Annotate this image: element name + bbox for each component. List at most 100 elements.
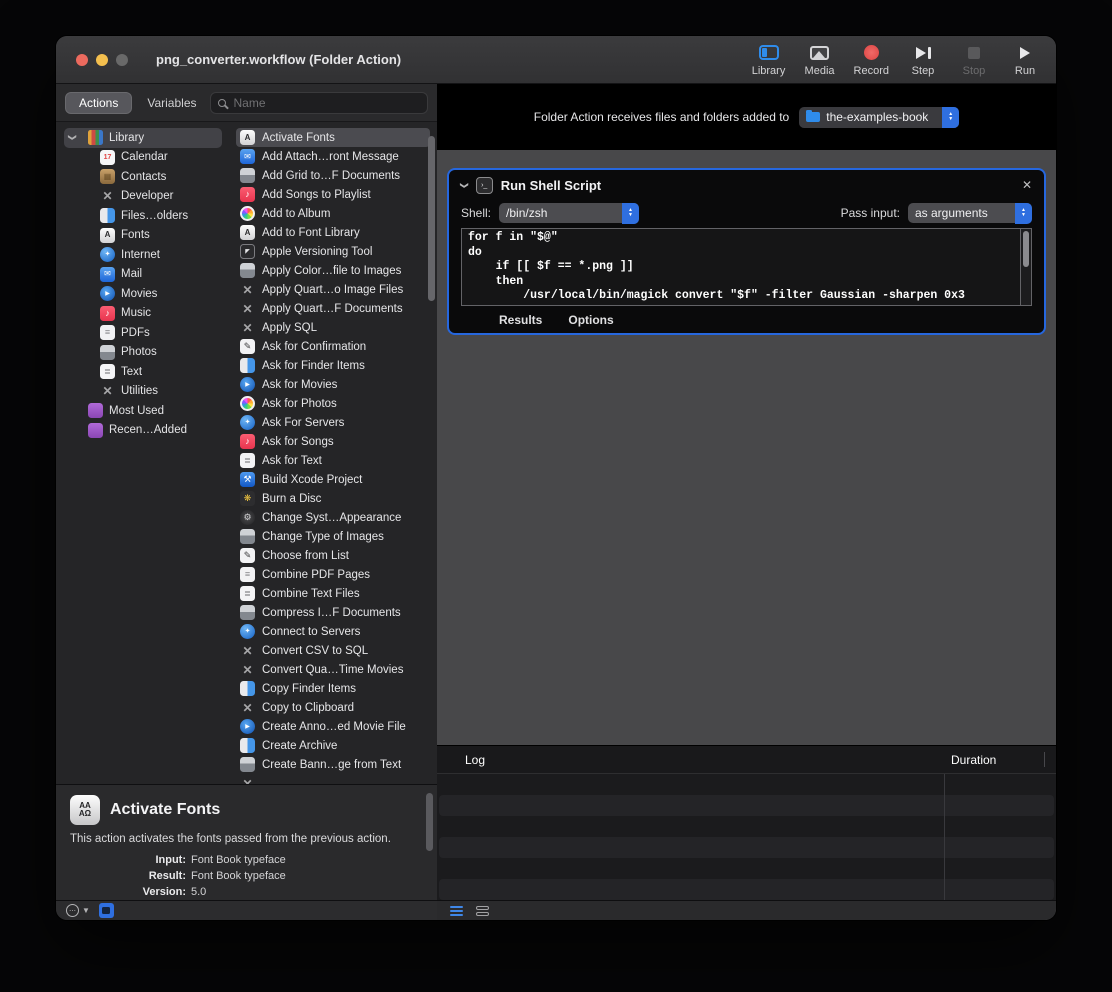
action-row-ask-for-confirmation[interactable]: Ask for Confirmation: [236, 337, 430, 356]
code-scrollbar[interactable]: [1020, 229, 1031, 305]
action-row-change-syst-appearance[interactable]: Change Syst…Appearance: [236, 508, 430, 527]
action-row-connect-to-servers[interactable]: Connect to Servers: [236, 622, 430, 641]
sidebar-item-movies[interactable]: Movies: [64, 284, 222, 304]
action-row-ask-for-movies[interactable]: Ask for Movies: [236, 375, 430, 394]
sidebar-item-most-used[interactable]: Most Used: [64, 401, 222, 421]
run-shell-script-block[interactable]: ❯ ›_ Run Shell Script ✕ Shell: /bin/zsh …: [447, 168, 1046, 335]
library-sidebar-icon: [759, 45, 779, 60]
sidebar-item-calendar[interactable]: Calendar: [64, 148, 222, 168]
step-toolbar-button[interactable]: Step: [906, 43, 940, 77]
action-menu-button[interactable]: ⋯ ▼: [66, 904, 90, 917]
action-row-ask-for-photos[interactable]: Ask for Photos: [236, 394, 430, 413]
record-toolbar-button[interactable]: Record: [854, 43, 889, 77]
action-row-add-attach-ront-message[interactable]: Add Attach…ront Message: [236, 147, 430, 166]
action-row-add-songs-to-playlist[interactable]: Add Songs to Playlist: [236, 185, 430, 204]
action-row-apply-sql[interactable]: Apply SQL: [236, 318, 430, 337]
sidebar-item-internet[interactable]: Internet: [64, 245, 222, 265]
action-row-compress-i-f-documents[interactable]: Compress I…F Documents: [236, 603, 430, 622]
action-row-copy-to-clipboard[interactable]: Copy to Clipboard: [236, 698, 430, 717]
action-info-panel: Activate Fonts This action activates the…: [56, 784, 437, 900]
shell-popup[interactable]: /bin/zsh ▲▼: [499, 203, 639, 223]
folder-popup[interactable]: the-examples-book ▲▼: [799, 107, 959, 128]
chevron-down-icon[interactable]: ❯: [68, 134, 77, 141]
action-row-ask-for-songs[interactable]: Ask for Songs: [236, 432, 430, 451]
action-row-apply-color-file-to-images[interactable]: Apply Color…file to Images: [236, 261, 430, 280]
close-window-button[interactable]: [76, 54, 88, 66]
finder-icon: [240, 358, 255, 373]
action-row-create-bann-ge-from-text[interactable]: Create Bann…ge from Text: [236, 755, 430, 774]
action-row-apple-versioning-tool[interactable]: Apple Versioning Tool: [236, 242, 430, 261]
sidebar-item-pdfs[interactable]: PDFs: [64, 323, 222, 343]
action-row-ask-for-servers[interactable]: Ask For Servers: [236, 413, 430, 432]
action-row-apply-quart-o-image-files[interactable]: Apply Quart…o Image Files: [236, 280, 430, 299]
action-row-convert-qua-time-movies[interactable]: Convert Qua…Time Movies: [236, 660, 430, 679]
sidebar-item-utilities[interactable]: Utilities: [64, 382, 222, 402]
globe-icon: [240, 415, 255, 430]
action-row-create-anno-ed-movie-file[interactable]: Create Anno…ed Movie File: [236, 717, 430, 736]
sidebar-item-text[interactable]: Text: [64, 362, 222, 382]
stop-icon: [968, 47, 980, 59]
action-label: Copy Finder Items: [262, 683, 356, 695]
action-label: Add Attach…ront Message: [262, 151, 399, 163]
shell-code[interactable]: for f in "$@" do if [[ $f == *.png ]] th…: [462, 229, 1020, 305]
action-row-ask-for-text[interactable]: Ask for Text: [236, 451, 430, 470]
media-browser-toggle[interactable]: [99, 903, 114, 918]
duration-column-header[interactable]: Duration: [951, 753, 996, 767]
action-row-combine-text-files[interactable]: Combine Text Files: [236, 584, 430, 603]
utilities-icon: [240, 301, 255, 316]
action-row-ask-for-finder-items[interactable]: Ask for Finder Items: [236, 356, 430, 375]
action-row-combine-pdf-pages[interactable]: Combine PDF Pages: [236, 565, 430, 584]
close-block-icon[interactable]: ✕: [1022, 178, 1032, 192]
minimize-window-button[interactable]: [96, 54, 108, 66]
results-button[interactable]: Results: [499, 313, 542, 327]
sidebar-item-contacts[interactable]: Contacts: [64, 167, 222, 187]
text-icon: [240, 453, 255, 468]
action-row-burn-a-disc[interactable]: Burn a Disc: [236, 489, 430, 508]
action-row-change-type-of-images[interactable]: Change Type of Images: [236, 527, 430, 546]
action-row-add-to-font-library[interactable]: Add to Font Library: [236, 223, 430, 242]
action-row-add-grid-to-f-documents[interactable]: Add Grid to…F Documents: [236, 166, 430, 185]
zoom-window-button[interactable]: [116, 54, 128, 66]
automator-window: png_converter.workflow (Folder Action) L…: [56, 36, 1056, 920]
options-button[interactable]: Options: [568, 313, 613, 327]
log-view-stack-icon[interactable]: [476, 906, 489, 916]
sidebar-item-library[interactable]: ❯Library: [64, 128, 222, 148]
log-column-header[interactable]: Log: [437, 753, 485, 767]
action-row-partial[interactable]: [236, 774, 430, 784]
action-row-apply-quart-f-documents[interactable]: Apply Quart…F Documents: [236, 299, 430, 318]
action-row-activate-fonts[interactable]: Activate Fonts: [236, 128, 430, 147]
action-row-build-xcode-project[interactable]: Build Xcode Project: [236, 470, 430, 489]
sidebar-item-music[interactable]: Music: [64, 304, 222, 324]
media-toolbar-button[interactable]: Media: [803, 43, 837, 77]
script-editor[interactable]: for f in "$@" do if [[ $f == *.png ]] th…: [461, 228, 1032, 306]
sidebar-item-mail[interactable]: Mail: [64, 265, 222, 285]
action-row-convert-csv-to-sql[interactable]: Convert CSV to SQL: [236, 641, 430, 660]
photo-icon: [100, 345, 115, 360]
sidebar-item-fonts[interactable]: Fonts: [64, 226, 222, 246]
action-label: Apple Versioning Tool: [262, 246, 372, 258]
pass-input-popup[interactable]: as arguments ▲▼: [908, 203, 1032, 223]
action-row-create-archive[interactable]: Create Archive: [236, 736, 430, 755]
folder-action-banner-text: Folder Action receives files and folders…: [534, 110, 789, 124]
action-label: Combine Text Files: [262, 588, 360, 600]
title-bar: png_converter.workflow (Folder Action) L…: [56, 36, 1056, 84]
run-toolbar-button[interactable]: Run: [1008, 43, 1042, 77]
search-field[interactable]: [210, 92, 429, 114]
tab-actions[interactable]: Actions: [65, 92, 132, 114]
sidebar-item-photos[interactable]: Photos: [64, 343, 222, 363]
log-view-list-icon[interactable]: [450, 906, 463, 916]
library-toolbar-button[interactable]: Library: [752, 43, 786, 77]
actions-scrollbar[interactable]: [428, 136, 435, 301]
pencil-icon: [240, 339, 255, 354]
action-row-choose-from-list[interactable]: Choose from List: [236, 546, 430, 565]
sidebar-item-developer[interactable]: Developer: [64, 187, 222, 207]
search-input[interactable]: [232, 95, 421, 111]
action-label: Apply Quart…F Documents: [262, 303, 403, 315]
info-scrollbar[interactable]: [426, 793, 433, 851]
action-row-add-to-album[interactable]: Add to Album: [236, 204, 430, 223]
sidebar-item-files-olders[interactable]: Files…olders: [64, 206, 222, 226]
tab-variables[interactable]: Variables: [147, 96, 196, 110]
disclosure-chevron-icon[interactable]: ❯: [460, 182, 469, 189]
action-row-copy-finder-items[interactable]: Copy Finder Items: [236, 679, 430, 698]
sidebar-item-recen-added[interactable]: Recen…Added: [64, 421, 222, 441]
